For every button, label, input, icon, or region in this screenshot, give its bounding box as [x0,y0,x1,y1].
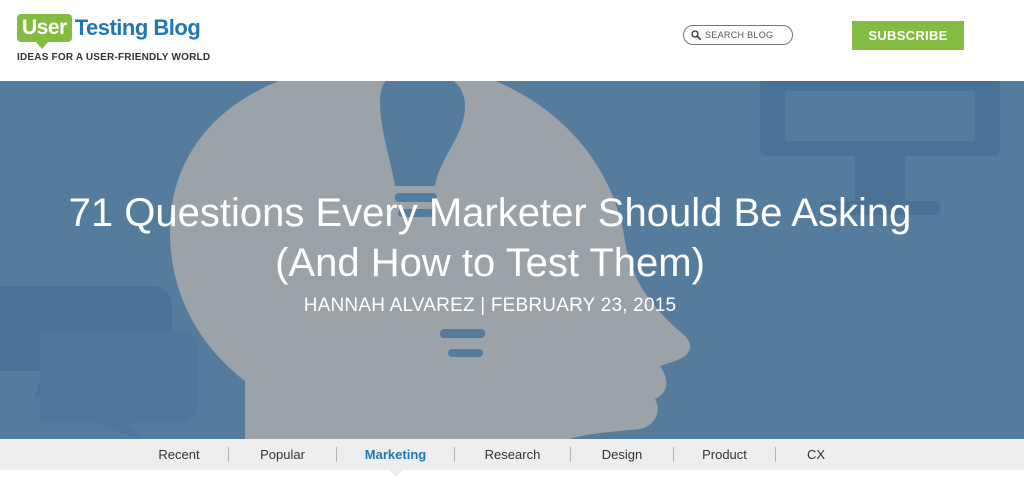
nav-item-cx[interactable]: CX [776,439,856,470]
nav-item-marketing[interactable]: Marketing [337,439,454,477]
logo-user-badge: User [17,14,72,49]
nav-item-recent[interactable]: Recent [130,439,228,470]
site-logo[interactable]: User Testing Blog IDEAS FOR A USER-FRIEN… [17,12,217,64]
search-icon [691,30,701,40]
search-box[interactable] [683,25,793,45]
logo-blog-text: Testing Blog [74,15,201,40]
hero-banner: 71 Questions Every Marketer Should Be As… [0,81,1024,439]
site-tagline: IDEAS FOR A USER-FRIENDLY WORLD [17,52,211,63]
search-input[interactable] [705,30,790,40]
nav-item-research[interactable]: Research [455,439,570,470]
logo-wordmark: User Testing Blog [17,12,217,49]
site-header: User Testing Blog IDEAS FOR A USER-FRIEN… [0,0,1024,81]
subscribe-button[interactable]: SUBSCRIBE [852,21,964,50]
logo-user-text: User [22,16,67,39]
logo-speech-tail [35,41,49,49]
article-title: 71 Questions Every Marketer Should Be As… [68,191,912,285]
category-nav: Recent Popular Marketing Research Design… [0,439,1024,477]
category-nav-items: Recent Popular Marketing Research Design… [130,439,856,477]
nav-item-product[interactable]: Product [674,439,775,470]
nav-item-design[interactable]: Design [571,439,673,470]
nav-item-popular[interactable]: Popular [229,439,336,470]
article-byline: HANNAH ALVAREZ | FEBRUARY 23, 2015 [303,295,677,316]
